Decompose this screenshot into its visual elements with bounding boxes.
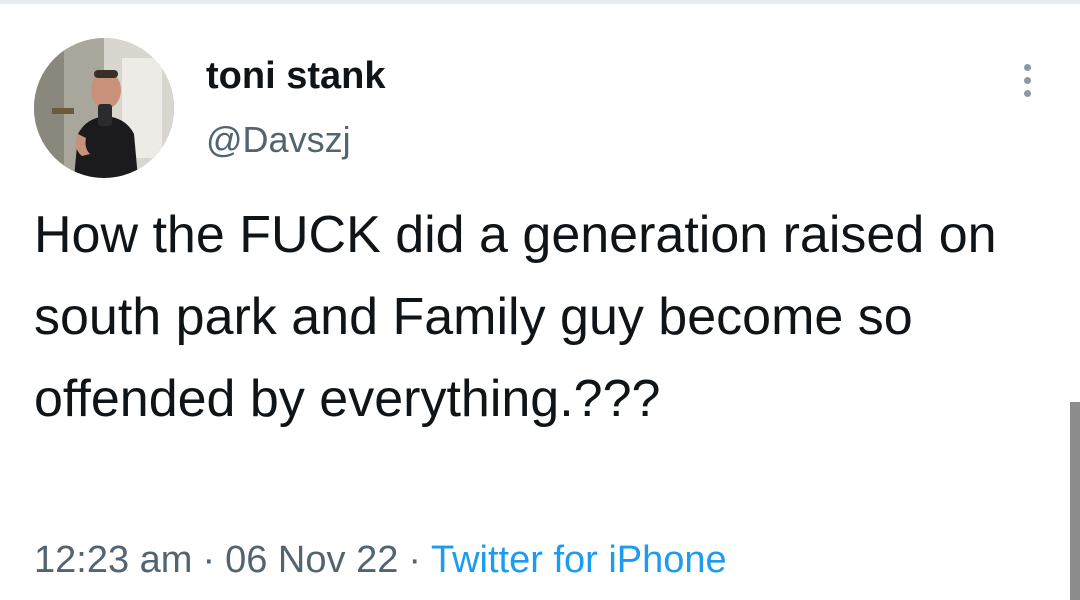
user-handle[interactable]: @Davszj [206,118,351,162]
display-name[interactable]: toni stank [206,54,385,98]
tweet-source-link[interactable]: Twitter for iPhone [431,539,727,581]
more-dot [1023,89,1031,97]
more-dot [1023,76,1031,84]
more-options-icon[interactable] [1010,58,1044,102]
profile-photo-icon [34,38,174,178]
tweet-text: How the FUCK did a generation raised on … [34,206,1011,428]
tweet-time[interactable]: 12:23 am [34,539,192,581]
tweet-metadata: 12:23 am · 06 Nov 22 · Twitter for iPhone [34,532,727,588]
separator: · [408,539,421,581]
top-divider [0,0,1080,4]
tweet-date[interactable]: 06 Nov 22 [225,539,398,581]
separator: · [202,539,216,581]
more-dot [1023,63,1031,71]
avatar[interactable] [34,38,174,178]
scrollbar[interactable] [1070,402,1080,600]
